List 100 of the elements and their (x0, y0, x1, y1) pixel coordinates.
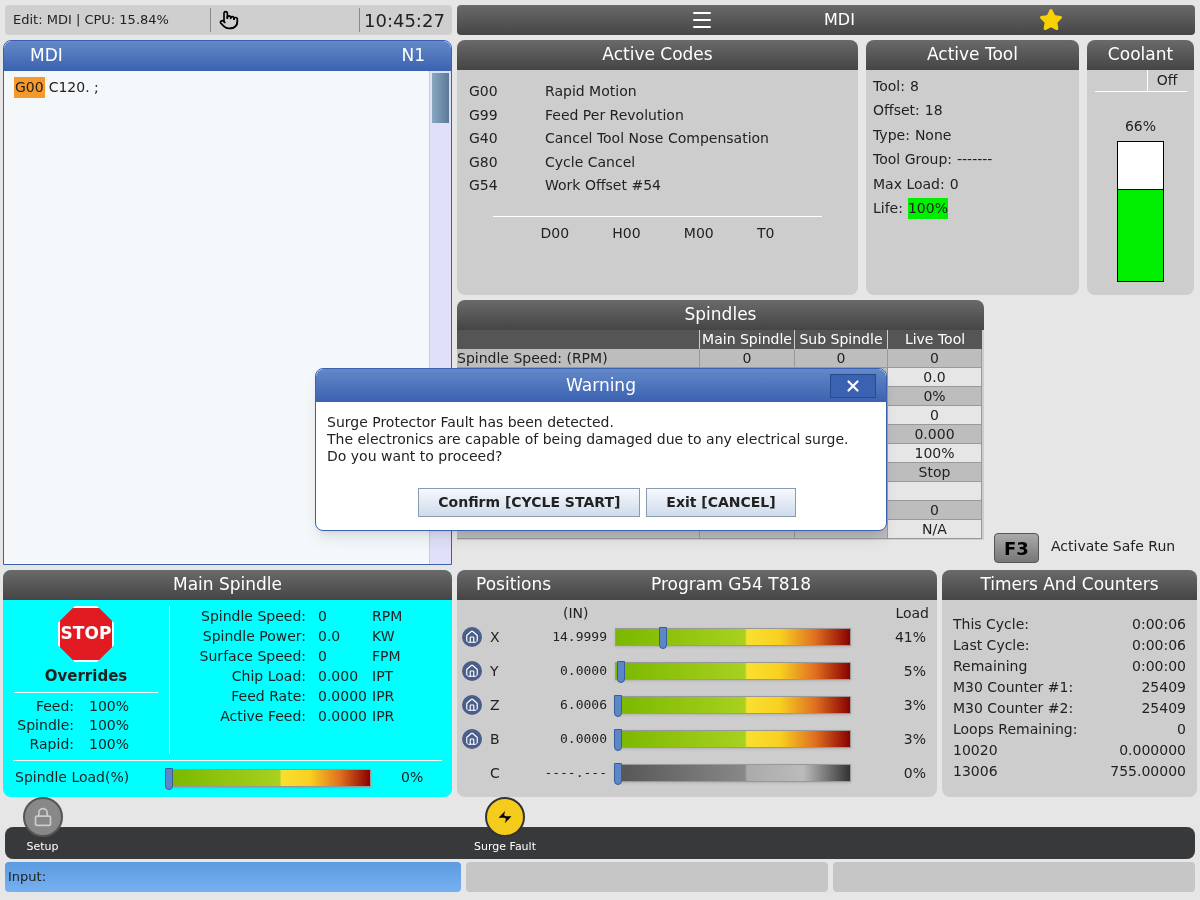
load-heading: Load (895, 603, 929, 623)
code-description: Rapid Motion (545, 82, 637, 102)
timer-label: 10020 (953, 741, 998, 760)
timer-label: 13006 (953, 762, 998, 781)
warning-icon[interactable] (485, 797, 525, 837)
dialog-button[interactable]: Exit [CANCEL] (646, 488, 796, 517)
override-label: Spindle: (16, 715, 75, 735)
code-description: Feed Per Revolution (545, 105, 684, 125)
g-code: G54 (469, 176, 499, 196)
g-code: G00 (469, 82, 499, 102)
home-icon[interactable] (462, 627, 482, 647)
reading-value: 0 (317, 606, 328, 626)
spindle-load-reading: 0% (401, 768, 424, 787)
modal-code: H00 (612, 223, 641, 243)
panel-title: Coolant (1087, 40, 1194, 70)
overrides-title: Overrides (44, 666, 128, 687)
spindle-load-label: Spindle Load(%) (15, 768, 131, 787)
reading-label: Chip Load: (230, 666, 306, 686)
reading-label: Surface Speed: (198, 646, 306, 666)
reading-label: Spindle Speed: (200, 606, 306, 626)
tool-field-value: 18 (924, 101, 943, 121)
axis-position: 0.0000 (559, 730, 608, 749)
tool-field-value: 0 (949, 174, 959, 194)
axis-position: 0.0000 (559, 662, 608, 681)
home-icon[interactable] (462, 661, 482, 681)
timer-label: Loops Remaining: (953, 720, 1078, 739)
tool-field-value: 100% (907, 198, 948, 220)
axis-load: 0% (903, 763, 926, 783)
timer-label: This Cycle: (953, 615, 1030, 634)
g-code: G80 (469, 152, 499, 172)
table-cell: N/A (887, 520, 982, 539)
panel-title: Timers And Counters (942, 570, 1197, 600)
touch-icon (219, 10, 239, 30)
mode-title: MDI (824, 9, 855, 31)
axis-position: ----.--- (543, 764, 608, 783)
bottom-bar-label[interactable]: Setup (26, 839, 59, 856)
code-description: Cycle Cancel (545, 152, 636, 172)
timer-label: Last Cycle: (953, 636, 1030, 655)
column-header: Sub Spindle (794, 330, 887, 349)
timer-value: 0.000000 (1119, 741, 1186, 760)
tool-field-label: Type: (873, 125, 910, 145)
axis-name: Z (490, 695, 501, 715)
reading-value: 0.0 (317, 626, 342, 646)
f3-key[interactable]: F3 (994, 533, 1039, 563)
panel-title: Positions (476, 573, 553, 597)
modal-code: D00 (540, 223, 570, 243)
row-label: Spindle Speed: (RPM) (457, 349, 699, 368)
panel-title: Main Spindle (3, 570, 452, 600)
column-header: Live Tool (887, 330, 982, 349)
tool-field-label: Max Load: (873, 174, 945, 194)
modal-code: T0 (756, 223, 775, 243)
input-field[interactable]: Input: (5, 862, 461, 892)
table-cell: 0 (887, 501, 982, 520)
tool-field-label: Tool: (873, 76, 905, 96)
status-text: Edit: MDI | CPU: 15.84% (12, 11, 170, 30)
panel-title: Spindles (457, 300, 984, 330)
tool-field-value: None (914, 125, 952, 145)
timer-value: 0:00:06 (1132, 636, 1186, 655)
reading-unit: IPR (372, 686, 395, 706)
table-cell: 0 (887, 349, 982, 368)
close-icon (844, 377, 862, 395)
tool-field-value: 8 (909, 76, 919, 96)
override-label: Rapid: (28, 734, 75, 754)
tool-field-label: Offset: (873, 101, 920, 121)
code-token: G00 (14, 77, 45, 98)
home-icon[interactable] (462, 695, 482, 715)
star-icon[interactable] (1039, 8, 1063, 32)
table-cell: 0.000 (887, 425, 982, 444)
mdi-title: MDI (30, 44, 63, 68)
input-label: Input: (8, 868, 47, 887)
table-cell: 0 (887, 406, 982, 425)
warning-message: Surge Protector Fault has been detected. (327, 414, 615, 431)
stop-sign-icon: STOP (58, 606, 114, 662)
coolant-status: Off (1146, 70, 1187, 91)
axis-load: 41% (894, 627, 926, 647)
table-cell: Stop (887, 463, 982, 482)
program-title: Program G54 T818 (651, 573, 812, 597)
tool-field-label: Tool Group: (873, 150, 952, 170)
lock-icon[interactable] (22, 797, 63, 837)
axis-position: 14.9999 (551, 628, 608, 647)
dialog-button[interactable]: Confirm [CYCLE START] (418, 488, 641, 517)
axis-name: X (490, 627, 501, 647)
reading-unit: IPT (372, 666, 394, 686)
axis-name: B (490, 729, 501, 749)
timer-label: M30 Counter #2: (953, 699, 1074, 718)
override-value: 100% (89, 715, 130, 735)
axis-position: 6.0006 (559, 696, 608, 715)
warning-message: The electronics are capable of being damaged due to any electrical surge. (327, 431, 850, 448)
unit-label: (IN) (563, 603, 589, 623)
table-cell: 0 (699, 349, 794, 368)
g-code: G40 (469, 129, 499, 149)
table-cell: 100% (887, 444, 982, 463)
home-icon[interactable] (462, 729, 482, 749)
override-label: Feed: (34, 696, 75, 716)
panel-title: Active Tool (866, 40, 1079, 70)
bottom-bar-label[interactable]: Surge Fault (474, 839, 536, 856)
reading-unit: IPR (372, 706, 395, 726)
close-button[interactable] (830, 374, 876, 398)
reading-value: 0.000 (317, 666, 360, 686)
safe-run-label: Activate Safe Run (1051, 537, 1176, 556)
